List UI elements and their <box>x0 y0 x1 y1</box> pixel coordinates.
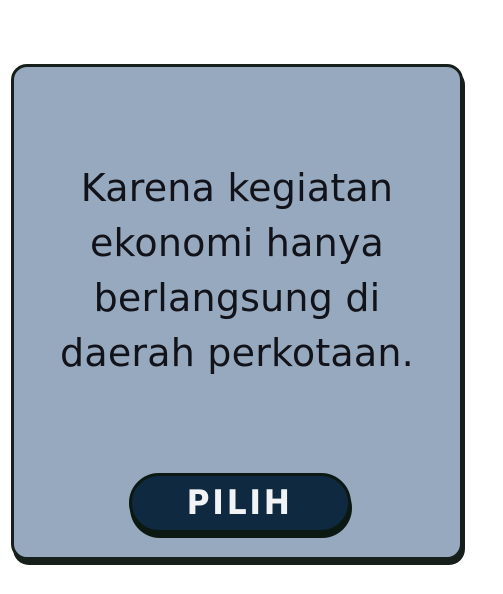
answer-card: Karena kegiatan ekonomi hanya berlangsun… <box>11 64 463 560</box>
choose-button[interactable]: PILIH <box>129 473 351 533</box>
choose-button-label: PILIH <box>186 483 294 523</box>
answer-option-text: Karena kegiatan ekonomi hanya berlangsun… <box>60 166 414 375</box>
